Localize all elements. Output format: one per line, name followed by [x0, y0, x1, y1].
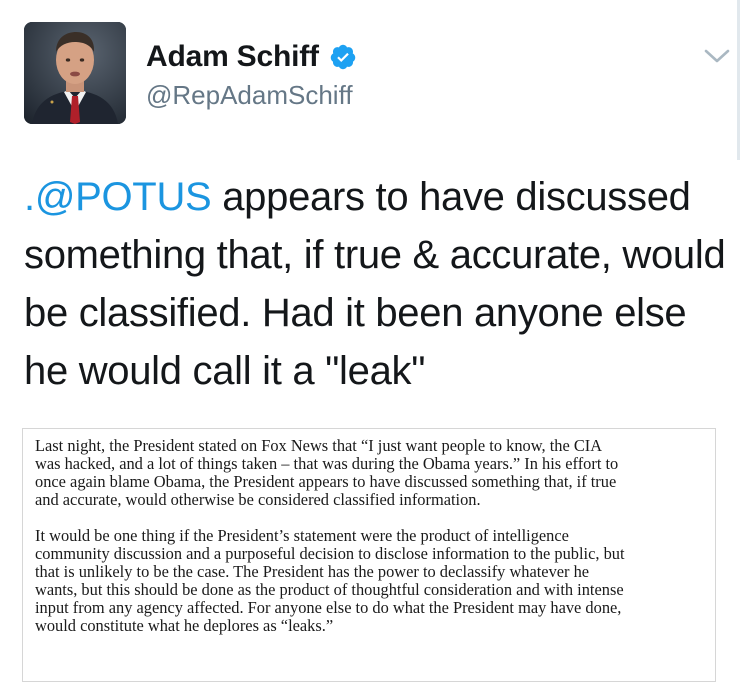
verified-badge-icon	[330, 44, 356, 70]
author-name[interactable]: Adam Schiff	[146, 40, 319, 74]
statement-line: Last night, the President stated on Fox …	[35, 436, 603, 455]
statement-line: would constitute what he deplores as “le…	[35, 616, 334, 635]
statement-line: and accurate, would otherwise be conside…	[35, 490, 481, 509]
tweet-header: Adam Schiff @RepAdamSchiff	[24, 22, 730, 128]
author-handle[interactable]: @RepAdamSchiff	[146, 80, 353, 111]
statement-line: input from any agency affected. For anyo…	[35, 598, 622, 617]
statement-paragraph-1: Last night, the President stated on Fox …	[35, 437, 705, 509]
statement-line: wants, but this should be done as the pr…	[35, 580, 624, 599]
statement-line: It would be one thing if the President’s…	[35, 526, 569, 545]
statement-line: was hacked, and a lot of things taken – …	[35, 454, 619, 473]
statement-line: once again blame Obama, the President ap…	[35, 472, 617, 491]
avatar-photo	[24, 22, 126, 124]
statement-line: community discussion and a purposeful de…	[35, 544, 625, 563]
statement-paragraph-2: It would be one thing if the President’s…	[35, 527, 705, 635]
statement-line: that is unlikely to be the case. The Pre…	[35, 562, 590, 581]
avatar[interactable]	[24, 22, 126, 124]
attached-statement-image[interactable]: Last night, the President stated on Fox …	[22, 428, 716, 682]
mention-link[interactable]: .@POTUS	[24, 175, 212, 219]
chevron-down-icon[interactable]	[704, 48, 730, 64]
author-name-row: Adam Schiff	[146, 40, 357, 74]
tweet-text: .@POTUS appears to have discussed someth…	[24, 168, 730, 400]
